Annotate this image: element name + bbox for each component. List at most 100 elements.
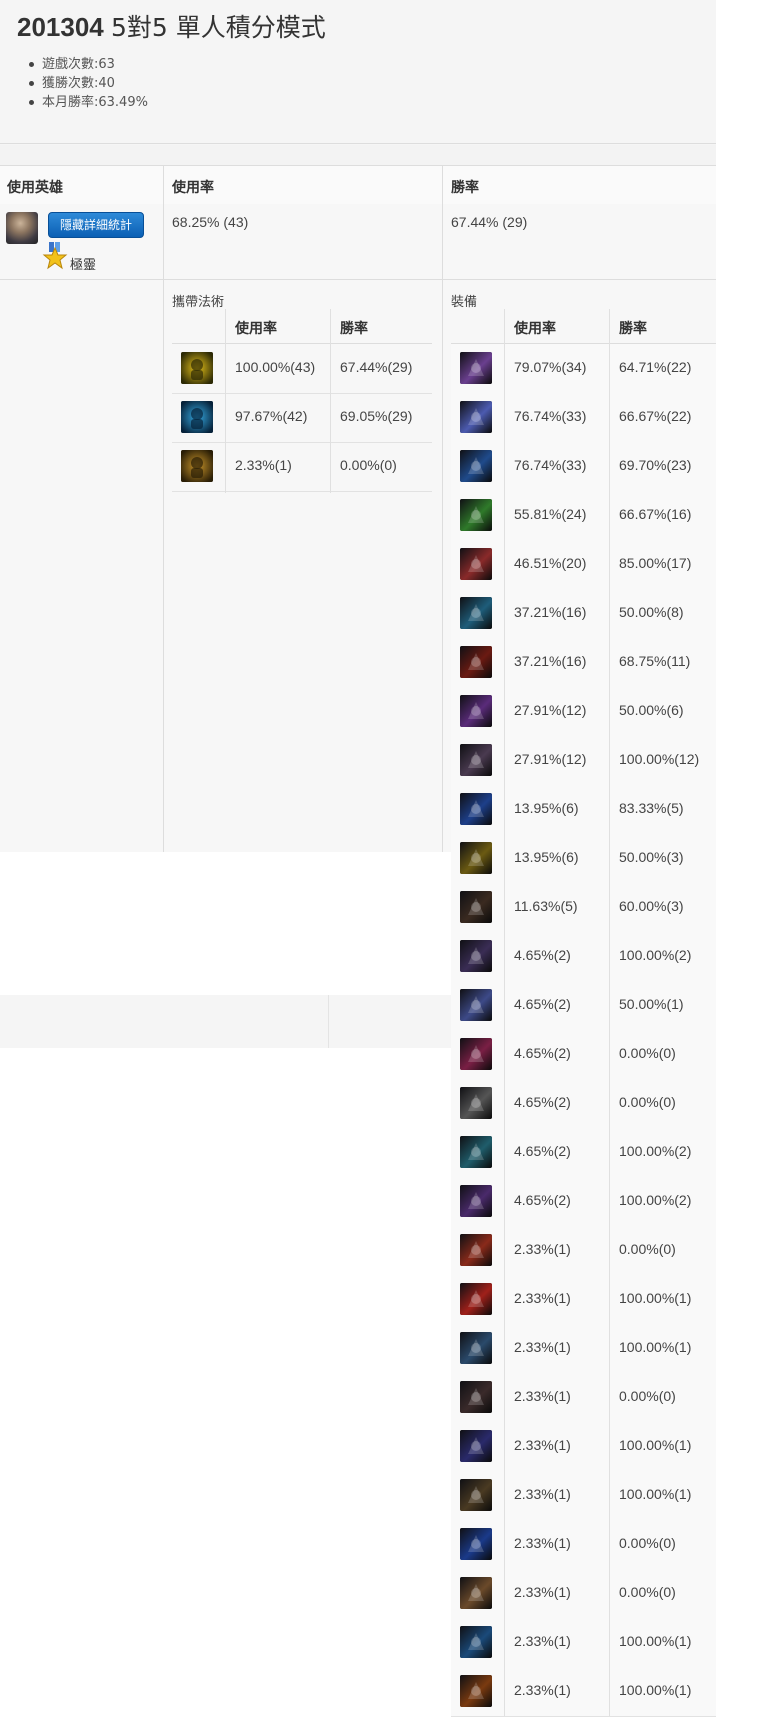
- item-winrate: 100.00%(12): [619, 751, 700, 767]
- spells-win-header: 勝率: [340, 321, 368, 337]
- grid-line: [504, 309, 505, 1716]
- item-usage: 79.07%(34): [514, 359, 587, 375]
- pink-eye-icon: [460, 1038, 492, 1070]
- item-row: 2.33%(1) 100.00%(1): [451, 1471, 716, 1521]
- item-usage: 13.95%(6): [514, 800, 579, 816]
- item-winrate: 50.00%(8): [619, 604, 684, 620]
- column-divider: [442, 165, 443, 852]
- month-winrate: 本月勝率:63.49%: [24, 93, 148, 112]
- staff-item-icon: [460, 842, 492, 874]
- games-won: 獲勝次數:40: [24, 74, 148, 93]
- item-row: 11.63%(5) 60.00%(3): [451, 883, 716, 933]
- ruby-item-icon: [460, 646, 492, 678]
- cloak-item-icon: [460, 891, 492, 923]
- item-winrate: 0.00%(0): [619, 1535, 676, 1551]
- column-divider: [163, 165, 164, 852]
- page-title: 201304 5對5 單人積分模式: [17, 8, 326, 44]
- item-row: 4.65%(2) 0.00%(0): [451, 1030, 716, 1080]
- item-usage: 2.33%(1): [514, 1633, 571, 1649]
- champion-usage: 68.25% (43): [172, 214, 249, 230]
- potion-item-icon: [460, 1234, 492, 1266]
- item-row: 13.95%(6) 50.00%(3): [451, 834, 716, 884]
- item-row: 76.74%(33) 69.70%(23): [451, 442, 716, 492]
- clarity-spell-icon: [181, 450, 213, 482]
- spell-row: 2.33%(1) 0.00%(0): [172, 442, 432, 492]
- item-row: 2.33%(1) 0.00%(0): [451, 1373, 716, 1423]
- item-row: 4.65%(2) 100.00%(2): [451, 1177, 716, 1227]
- item-usage: 4.65%(2): [514, 947, 571, 963]
- item-row: 2.33%(1) 100.00%(1): [451, 1667, 716, 1717]
- item-winrate: 69.70%(23): [619, 457, 692, 473]
- sorcerer-boots-icon: [460, 548, 492, 580]
- item-row: 4.65%(2) 100.00%(2): [451, 932, 716, 982]
- spell-usage: 2.33%(1): [235, 457, 292, 473]
- item-winrate: 0.00%(0): [619, 1094, 676, 1110]
- title-mode: 5對5 單人積分模式: [111, 13, 326, 42]
- item-usage: 4.65%(2): [514, 1094, 571, 1110]
- item-row: 37.21%(16) 68.75%(11): [451, 638, 716, 688]
- shard-item-icon: [460, 1626, 492, 1658]
- item-winrate: 60.00%(3): [619, 898, 684, 914]
- item-usage: 2.33%(1): [514, 1437, 571, 1453]
- spell-winrate: 69.05%(29): [340, 408, 413, 424]
- ward-item-icon: [460, 499, 492, 531]
- item-row: 2.33%(1) 100.00%(1): [451, 1618, 716, 1668]
- item-usage: 11.63%(5): [514, 898, 578, 914]
- table-header: 使用英雄 使用率 勝率: [0, 165, 716, 205]
- rank-label[interactable]: 極靈: [70, 254, 96, 273]
- item-winrate: 100.00%(1): [619, 1682, 692, 1698]
- grid-line: [225, 309, 226, 493]
- champion-avatar: [6, 212, 38, 244]
- hide-details-button[interactable]: 隱藏詳細統計: [48, 212, 144, 238]
- items-title: 裝備: [451, 295, 478, 310]
- item-row: 2.33%(1) 0.00%(0): [451, 1226, 716, 1276]
- spell-winrate: 67.44%(29): [340, 359, 413, 375]
- header-champion: 使用英雄: [7, 180, 63, 196]
- item-row: 4.65%(2) 50.00%(1): [451, 981, 716, 1031]
- item-winrate: 0.00%(0): [619, 1584, 676, 1600]
- spells-usage-header: 使用率: [235, 321, 277, 337]
- item-usage: 2.33%(1): [514, 1535, 571, 1551]
- item-row: 2.33%(1) 0.00%(0): [451, 1520, 716, 1570]
- item-winrate: 100.00%(2): [619, 1192, 692, 1208]
- tome-item-icon: [460, 695, 492, 727]
- items-win-header: 勝率: [619, 321, 647, 337]
- champion-winrate: 67.44% (29): [451, 214, 528, 230]
- items-usage-header: 使用率: [514, 321, 556, 337]
- item-usage: 2.33%(1): [514, 1241, 571, 1257]
- header-usage: 使用率: [172, 180, 214, 196]
- chalice-item-icon: [460, 793, 492, 825]
- item-row: 2.33%(1) 100.00%(1): [451, 1422, 716, 1472]
- item-usage: 4.65%(2): [514, 1045, 571, 1061]
- item-winrate: 66.67%(22): [619, 408, 692, 424]
- book-item-icon: [460, 1479, 492, 1511]
- item-usage: 46.51%(20): [514, 555, 587, 571]
- item-winrate: 0.00%(0): [619, 1045, 676, 1061]
- blank-area: [716, 50, 778, 730]
- item-winrate: 50.00%(1): [619, 996, 684, 1012]
- item-winrate: 0.00%(0): [619, 1241, 676, 1257]
- item-winrate: 0.00%(0): [619, 1388, 676, 1404]
- item-usage: 4.65%(2): [514, 1143, 571, 1159]
- spell-row: 100.00%(43) 67.44%(29): [172, 344, 432, 394]
- item-row: 76.74%(33) 66.67%(22): [451, 393, 716, 443]
- item-winrate: 100.00%(1): [619, 1486, 692, 1502]
- item-winrate: 68.75%(11): [619, 653, 691, 669]
- item-row: 2.33%(1) 0.00%(0): [451, 1569, 716, 1619]
- codex-item-icon: [460, 1577, 492, 1609]
- item-winrate: 100.00%(1): [619, 1290, 692, 1306]
- item-winrate: 50.00%(3): [619, 849, 684, 865]
- wand-item-icon: [460, 940, 492, 972]
- droplet-item-icon: [460, 1528, 492, 1560]
- spells-table-header: 使用率 勝率: [172, 309, 432, 344]
- item-row: 4.65%(2) 0.00%(0): [451, 1079, 716, 1129]
- lower-strip: [0, 995, 455, 1048]
- blade-item-icon: [460, 744, 492, 776]
- hammer-item-icon: [460, 1332, 492, 1364]
- boots-item-icon: [460, 450, 492, 482]
- item-winrate: 50.00%(6): [619, 702, 684, 718]
- spell-row: 97.67%(42) 69.05%(29): [172, 393, 432, 443]
- ghost-spell-icon: [181, 352, 213, 384]
- items-table-header: 使用率 勝率: [451, 309, 716, 344]
- armor-item-icon: [460, 1087, 492, 1119]
